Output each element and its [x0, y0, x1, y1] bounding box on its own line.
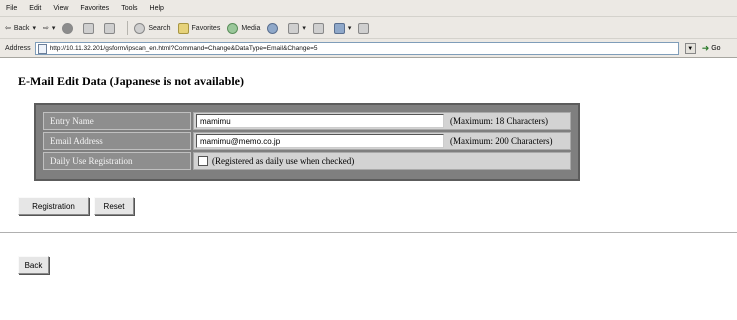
back-toolbar-button[interactable]: ⇦ Back ▾ [5, 24, 36, 33]
daily-use-checkbox[interactable] [198, 156, 208, 166]
favorites-icon [177, 22, 189, 34]
history-button[interactable] [267, 22, 281, 34]
search-icon [134, 22, 146, 34]
email-address-hint: (Maximum: 200 Characters) [450, 136, 553, 146]
email-address-label: Email Address [43, 132, 191, 150]
print-icon [312, 22, 324, 34]
favorites-toolbar-label: Favorites [191, 24, 221, 32]
chevron-down-icon: ▾ [347, 25, 352, 32]
address-url: http://10.11.32.201/gsform/ipscan_en.htm… [49, 45, 318, 52]
stop-button[interactable] [62, 22, 76, 34]
media-toolbar-button[interactable]: Media [227, 22, 261, 34]
back-toolbar-label: Back [13, 24, 30, 32]
favorites-toolbar-button[interactable]: Favorites [177, 22, 221, 34]
page-icon [37, 43, 47, 54]
entry-name-label: Entry Name [43, 112, 191, 130]
back-arrow-icon: ⇦ [5, 25, 11, 32]
address-bar: Address http://10.11.32.201/gsform/ipsca… [0, 40, 737, 57]
go-button[interactable]: ➜ Go [702, 43, 721, 54]
menu-file[interactable]: File [6, 5, 17, 12]
page-title: E-Mail Edit Data (Japanese is not availa… [18, 74, 245, 88]
email-address-cell: mamimu@memo.co.jp (Maximum: 200 Characte… [193, 132, 571, 150]
refresh-icon [83, 22, 95, 34]
search-toolbar-label: Search [148, 24, 171, 32]
entry-name-hint: (Maximum: 18 Characters) [450, 116, 548, 126]
menu-bar: File Edit View Favorites Tools Help [0, 0, 737, 17]
forward-toolbar-button[interactable]: ⇨ ▾ [43, 24, 55, 32]
form-row-entry-name: Entry Name mamimu (Maximum: 18 Character… [43, 112, 571, 130]
form-row-email-address: Email Address mamimu@memo.co.jp (Maximum… [43, 132, 571, 150]
entry-name-input[interactable]: mamimu [196, 114, 444, 128]
history-icon [267, 22, 279, 34]
refresh-button[interactable] [83, 22, 97, 34]
menu-view[interactable]: View [53, 5, 68, 12]
chevron-down-icon: ▾ [32, 25, 36, 32]
mail-button[interactable]: ▾ [288, 22, 306, 34]
toolbar: ⇦ Back ▾ ⇨ ▾ Search Favorites Media ▾ ▾ [0, 18, 737, 39]
menu-edit[interactable]: Edit [29, 5, 41, 12]
browser-chrome: File Edit View Favorites Tools Help ⇦ Ba… [0, 0, 737, 58]
chevron-down-icon: ▼ [687, 45, 694, 52]
back-button[interactable]: Back [18, 256, 49, 274]
go-arrow-icon: ➜ [701, 43, 710, 53]
discuss-button[interactable] [358, 22, 372, 34]
discuss-icon [358, 22, 370, 34]
menu-help[interactable]: Help [150, 5, 164, 12]
menu-tools[interactable]: Tools [121, 5, 137, 12]
daily-use-hint: (Registered as daily use when checked) [212, 156, 355, 166]
edit-button[interactable]: ▾ [333, 22, 352, 34]
media-icon [227, 22, 239, 34]
form-row-daily-use: Daily Use Registration (Registered as da… [43, 152, 571, 170]
chevron-down-icon: ▾ [51, 25, 56, 32]
media-toolbar-label: Media [241, 24, 261, 32]
menu-favorites[interactable]: Favorites [80, 5, 109, 12]
entry-name-cell: mamimu (Maximum: 18 Characters) [193, 112, 571, 130]
address-dropdown-button[interactable]: ▼ [684, 43, 696, 54]
mail-icon [288, 22, 300, 34]
daily-use-cell: (Registered as daily use when checked) [193, 152, 571, 170]
chevron-down-icon: ▾ [302, 25, 306, 32]
email-address-input[interactable]: mamimu@memo.co.jp [196, 134, 444, 148]
address-input[interactable]: http://10.11.32.201/gsform/ipscan_en.htm… [34, 42, 679, 55]
search-toolbar-button[interactable]: Search [134, 22, 171, 34]
horizontal-divider [0, 232, 737, 233]
print-button[interactable] [312, 22, 327, 34]
go-label: Go [711, 45, 721, 52]
home-icon [104, 22, 116, 34]
forward-arrow-icon: ⇨ [42, 25, 49, 32]
address-label: Address [5, 45, 31, 52]
email-edit-form: Entry Name mamimu (Maximum: 18 Character… [34, 103, 580, 181]
home-button[interactable] [104, 22, 118, 34]
registration-button[interactable]: Registration [18, 197, 89, 215]
reset-button[interactable]: Reset [94, 197, 134, 215]
edit-icon [333, 22, 345, 34]
toolbar-divider [127, 21, 129, 35]
stop-icon [62, 22, 74, 34]
daily-use-label: Daily Use Registration [43, 152, 191, 170]
